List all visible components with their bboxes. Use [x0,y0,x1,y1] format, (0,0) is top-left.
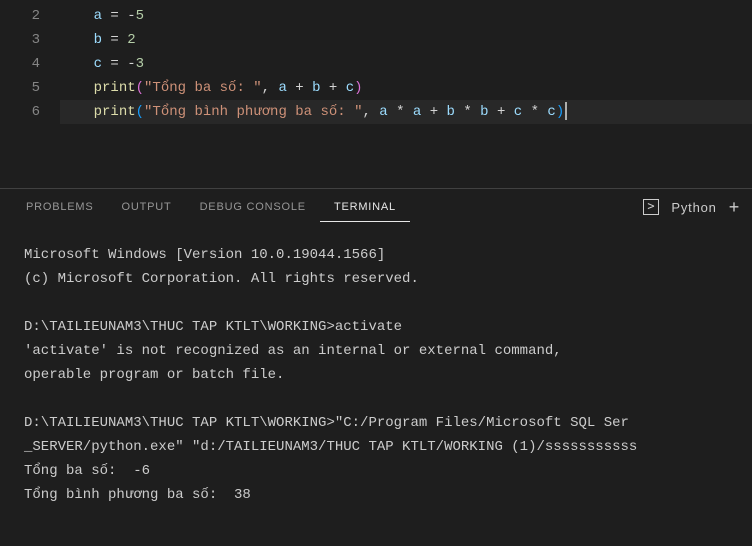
panel-tabs: PROBLEMS OUTPUT DEBUG CONSOLE TERMINAL P… [0,189,752,225]
line-number: 3 [0,28,60,52]
terminal-line: operable program or batch file. [24,363,728,387]
code-content[interactable]: c = -3 [60,52,752,76]
line-number: 2 [0,4,60,28]
code-line[interactable]: 2 a = -5 [0,4,752,28]
code-content[interactable]: print("Tổng bình phương ba số: ", a * a … [60,100,752,124]
terminal-line: D:\TAILIEUNAM3\THUC TAP KTLT\WORKING>"C:… [24,411,728,435]
tab-debug-console[interactable]: DEBUG CONSOLE [186,193,320,221]
terminal-line: Tổng bình phương ba số: 38 [24,483,728,507]
code-line[interactable]: 5 print("Tổng ba số: ", a + b + c) [0,76,752,100]
terminal-line: Microsoft Windows [Version 10.0.19044.15… [24,243,728,267]
terminal[interactable]: Microsoft Windows [Version 10.0.19044.15… [0,225,752,546]
code-content[interactable]: b = 2 [60,28,752,52]
plus-icon[interactable]: + [729,197,740,218]
code-editor[interactable]: 2 a = -53 b = 24 c = -35 print("Tổng ba … [0,0,752,128]
text-cursor [565,102,567,120]
launch-profile-icon[interactable] [643,199,659,215]
terminal-line: _SERVER/python.exe" "d:/TAILIEUNAM3/THUC… [24,435,728,459]
terminal-profile-label[interactable]: Python [671,200,716,215]
tab-terminal[interactable]: TERMINAL [320,193,410,222]
terminal-line: (c) Microsoft Corporation. All rights re… [24,267,728,291]
code-content[interactable]: a = -5 [60,4,752,28]
code-line[interactable]: 3 b = 2 [0,28,752,52]
line-number: 6 [0,100,60,124]
terminal-line: Tổng ba số: -6 [24,459,728,483]
line-number: 5 [0,76,60,100]
code-content[interactable]: print("Tổng ba số: ", a + b + c) [60,76,752,100]
panel-right-controls: Python + [643,197,740,218]
code-line[interactable]: 4 c = -3 [0,52,752,76]
code-line[interactable]: 6 print("Tổng bình phương ba số: ", a * … [0,100,752,124]
terminal-line: 'activate' is not recognized as an inter… [24,339,728,363]
tab-output[interactable]: OUTPUT [108,193,186,221]
terminal-line: D:\TAILIEUNAM3\THUC TAP KTLT\WORKING>act… [24,315,728,339]
tab-problems[interactable]: PROBLEMS [12,193,108,221]
line-number: 4 [0,52,60,76]
